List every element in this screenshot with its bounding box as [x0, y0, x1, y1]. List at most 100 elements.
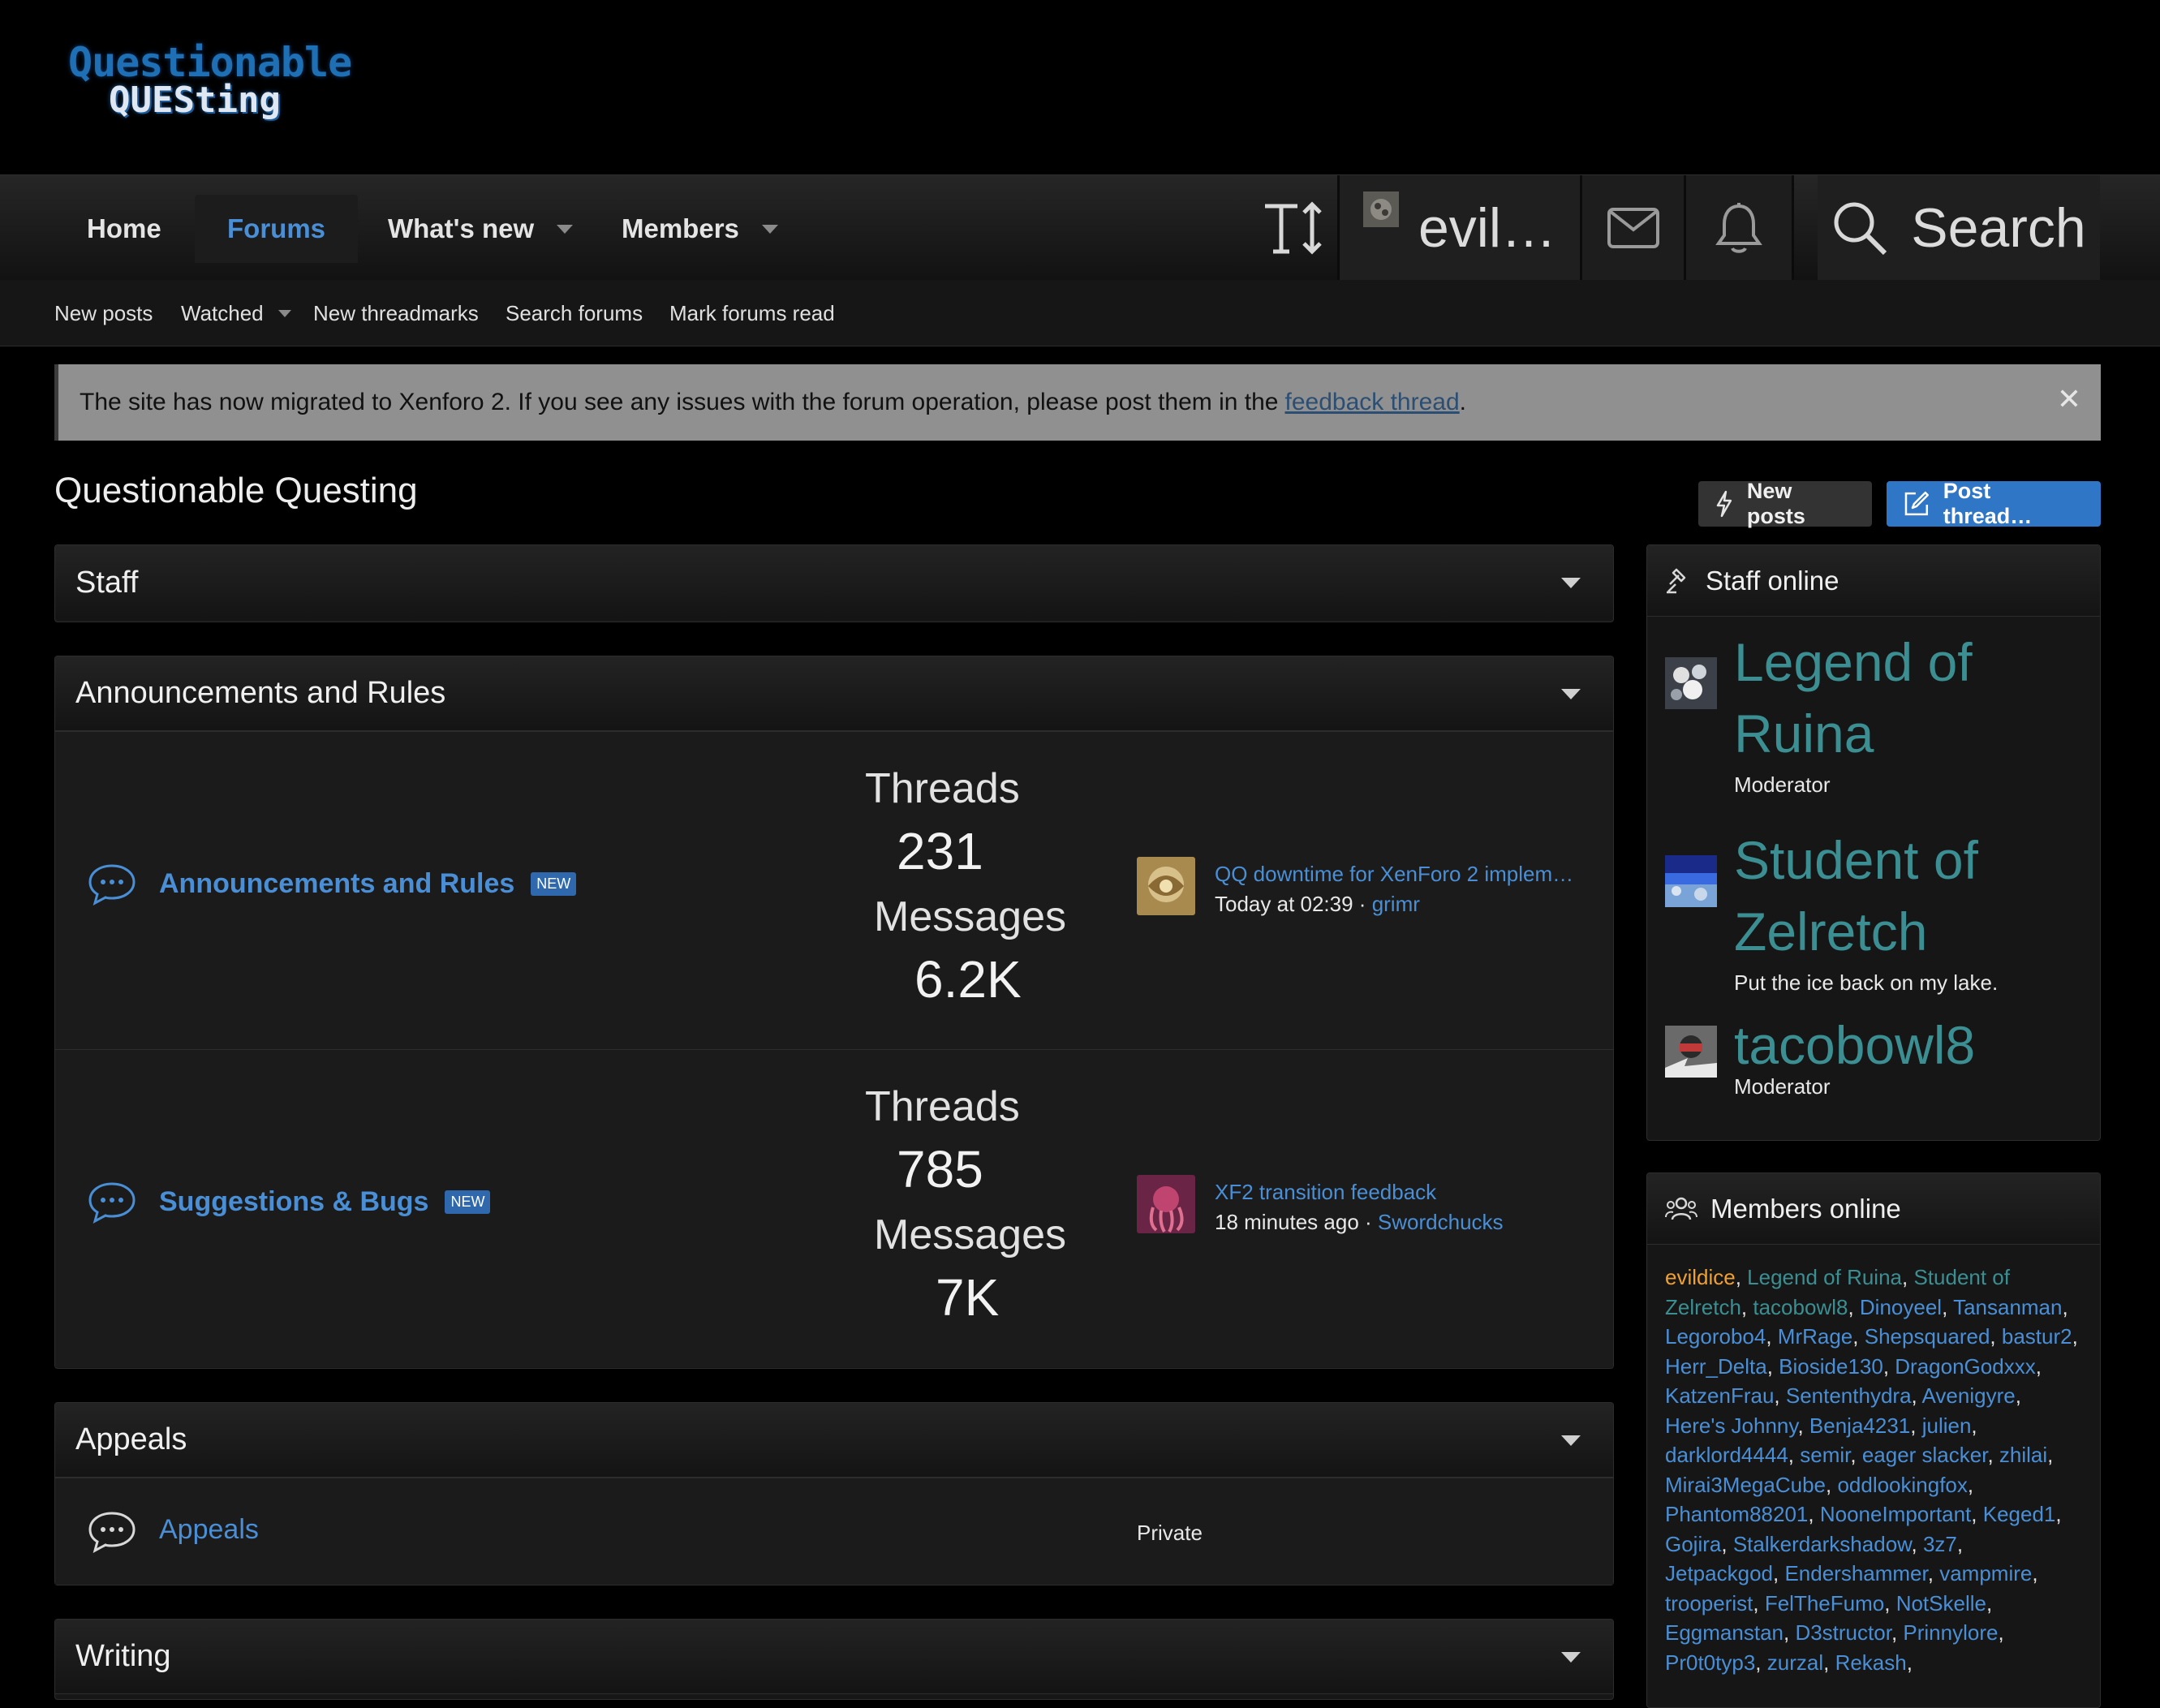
- member-link[interactable]: vampmire: [1939, 1561, 2032, 1585]
- close-icon[interactable]: ✕: [2057, 382, 2081, 416]
- member-link[interactable]: Prinnylore: [1903, 1620, 1998, 1645]
- category-header[interactable]: Staff: [55, 545, 1613, 620]
- chevron-down-icon[interactable]: [557, 224, 574, 234]
- nav-tab-forums[interactable]: Forums: [195, 195, 359, 263]
- member-link[interactable]: Rekash: [1835, 1650, 1907, 1675]
- member-link[interactable]: bastur2: [2002, 1324, 2072, 1349]
- member-link[interactable]: FelTheFumo: [1765, 1591, 1884, 1616]
- member-link[interactable]: Here's Johnny: [1665, 1413, 1797, 1438]
- nav-tab-home[interactable]: Home: [54, 195, 194, 263]
- forum-node-title[interactable]: Suggestions & Bugs NEW: [159, 1186, 491, 1218]
- member-link[interactable]: Bioside130: [1779, 1354, 1883, 1379]
- category-header[interactable]: Appeals: [55, 1403, 1613, 1478]
- member-separator: ,: [1825, 1472, 1838, 1497]
- post-thread-button[interactable]: Post thread…: [1887, 479, 2101, 528]
- member-link[interactable]: DragonGodxxx: [1895, 1354, 2035, 1379]
- chevron-down-icon[interactable]: [278, 309, 291, 317]
- category-writing: Writing: [54, 1619, 1614, 1700]
- member-link[interactable]: NooneImportant: [1820, 1502, 1971, 1526]
- nav-tab-whats-new[interactable]: What's new: [355, 195, 605, 263]
- latest-thread-link[interactable]: QQ downtime for XenForo 2 implem…: [1215, 862, 1573, 887]
- member-separator: ,: [2062, 1294, 2068, 1319]
- member-link[interactable]: trooperist: [1665, 1591, 1753, 1616]
- avatar[interactable]: [1665, 657, 1717, 709]
- member-link[interactable]: Mirai3MegaCube: [1665, 1473, 1826, 1497]
- nav-tab-label: What's new: [388, 213, 535, 243]
- site-logo[interactable]: Questionable QUESting: [68, 39, 352, 127]
- thread-thumbnail[interactable]: [1137, 857, 1195, 915]
- member-link[interactable]: Dinoyeel: [1860, 1295, 1942, 1319]
- avatar[interactable]: [1665, 855, 1717, 907]
- member-link[interactable]: 3z7: [1923, 1532, 1957, 1556]
- member-link[interactable]: Pr0t0typ3: [1665, 1650, 1755, 1675]
- new-posts-button[interactable]: New posts: [1698, 479, 1872, 528]
- member-link[interactable]: zhilai: [1999, 1443, 2047, 1467]
- member-link[interactable]: Gojira: [1665, 1532, 1721, 1556]
- member-separator: ,: [1797, 1413, 1809, 1438]
- member-link[interactable]: oddlookingfox: [1837, 1473, 1967, 1497]
- member-link[interactable]: Keged1: [1983, 1502, 2056, 1526]
- avatar[interactable]: [1665, 1026, 1717, 1078]
- member-link[interactable]: Legend of Ruina: [1747, 1265, 1902, 1289]
- staff-name-link[interactable]: tacobowl8: [1734, 1009, 2091, 1081]
- subnav-search-forums[interactable]: Search forums: [506, 280, 643, 346]
- latest-user-link[interactable]: Swordchucks: [1378, 1210, 1504, 1234]
- forum-private-label: Private: [1137, 1521, 1203, 1545]
- member-link[interactable]: NotSkelle: [1896, 1591, 1986, 1616]
- member-link[interactable]: Tansanman: [1953, 1295, 2062, 1319]
- user-menu[interactable]: evil…: [1340, 175, 1580, 281]
- latest-thread-link[interactable]: XF2 transition feedback: [1215, 1180, 1436, 1205]
- category-header[interactable]: Writing: [55, 1620, 1613, 1694]
- member-link[interactable]: KatzenFrau: [1665, 1383, 1774, 1408]
- chevron-down-icon[interactable]: [761, 224, 778, 234]
- member-link[interactable]: eager slacker: [1862, 1443, 1988, 1467]
- member-link[interactable]: julien: [1922, 1413, 1972, 1438]
- member-separator: ,: [1852, 1324, 1865, 1349]
- staff-name-link[interactable]: Student of Zelretch: [1734, 824, 2091, 967]
- member-link[interactable]: Stalkerdarkshadow: [1733, 1532, 1912, 1556]
- category-header[interactable]: Announcements and Rules: [55, 656, 1613, 731]
- member-link[interactable]: Avenigyre: [1922, 1383, 2016, 1408]
- subnav-watched[interactable]: Watched: [181, 280, 291, 346]
- chevron-down-icon[interactable]: [1561, 578, 1581, 588]
- member-link[interactable]: Phantom88201: [1665, 1502, 1808, 1526]
- site-notice: The site has now migrated to Xenforo 2. …: [54, 364, 2101, 441]
- chevron-down-icon[interactable]: [1561, 1652, 1581, 1663]
- member-link[interactable]: Legorobo4: [1665, 1324, 1766, 1349]
- thread-thumbnail[interactable]: [1137, 1175, 1195, 1233]
- latest-user-link[interactable]: grimr: [1372, 892, 1420, 916]
- feedback-thread-link[interactable]: feedback thread: [1285, 389, 1460, 416]
- main-nav: Home Forums What's new Members evil… Sea…: [0, 174, 2160, 281]
- member-link[interactable]: semir: [1800, 1443, 1850, 1467]
- member-link[interactable]: Eggmanstan: [1665, 1620, 1784, 1645]
- alerts-button[interactable]: [1686, 175, 1792, 281]
- member-link[interactable]: Endershammer: [1784, 1561, 1927, 1585]
- staff-name-link[interactable]: Legend of Ruina: [1734, 626, 2091, 769]
- member-link[interactable]: tacobowl8: [1753, 1295, 1848, 1319]
- messages-count: 6.2K: [914, 950, 1022, 1009]
- member-link[interactable]: Shepsquared: [1865, 1324, 1990, 1349]
- member-link[interactable]: Herr_Delta: [1665, 1354, 1767, 1379]
- category-title: Announcements and Rules: [75, 676, 446, 710]
- member-link[interactable]: Benja4231: [1809, 1413, 1910, 1438]
- member-link[interactable]: D3structor: [1795, 1620, 1891, 1645]
- member-link[interactable]: darklord4444: [1665, 1443, 1788, 1467]
- member-link[interactable]: MrRage: [1778, 1324, 1852, 1349]
- search-button[interactable]: Search: [1818, 175, 2100, 281]
- chevron-down-icon[interactable]: [1561, 689, 1581, 699]
- member-link[interactable]: evildice: [1665, 1265, 1736, 1289]
- subnav-new-posts[interactable]: New posts: [54, 280, 153, 346]
- nav-tab-members[interactable]: Members: [589, 195, 811, 263]
- forum-node-title[interactable]: Appeals: [159, 1514, 259, 1546]
- member-separator: ,: [2032, 1561, 2038, 1585]
- member-link[interactable]: Sententhydra: [1786, 1383, 1912, 1408]
- member-link[interactable]: Jetpackgod: [1665, 1561, 1773, 1585]
- member-link[interactable]: zurzal: [1767, 1650, 1823, 1675]
- member-separator: ,: [1906, 1650, 1913, 1675]
- subnav-mark-forums-read[interactable]: Mark forums read: [669, 280, 835, 346]
- chevron-down-icon[interactable]: [1561, 1435, 1581, 1446]
- font-size-button[interactable]: [1250, 175, 1339, 281]
- forum-node-title[interactable]: Announcements and Rules NEW: [159, 868, 577, 900]
- inbox-button[interactable]: [1582, 175, 1684, 281]
- subnav-new-threadmarks[interactable]: New threadmarks: [313, 280, 479, 346]
